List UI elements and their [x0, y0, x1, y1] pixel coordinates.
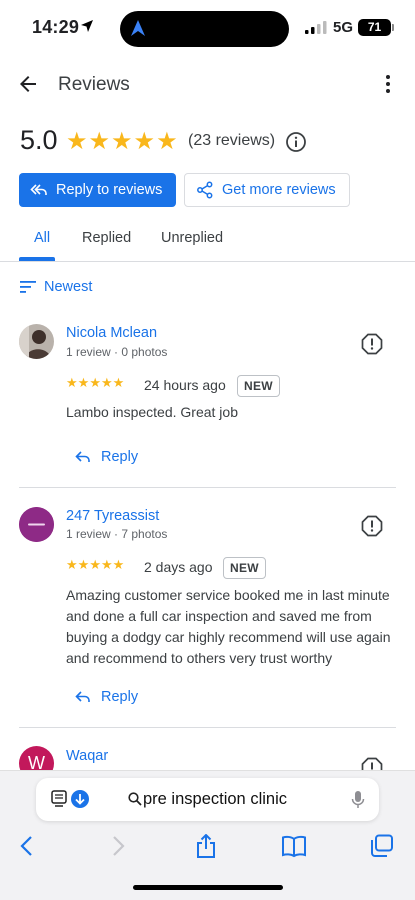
business-logo-icon	[19, 507, 54, 542]
reply-label: Reply	[101, 449, 139, 465]
reviewer-name[interactable]: Nicola Mclean	[66, 325, 157, 341]
new-badge: NEW	[223, 557, 266, 579]
average-rating-stars: ★ ★ ★ ★ ★	[66, 128, 178, 154]
tab-unreplied[interactable]: Unreplied	[161, 230, 223, 246]
average-rating: 5.0	[20, 125, 58, 155]
back-chevron-icon[interactable]	[14, 834, 40, 858]
review-time: 24 hours ago	[144, 377, 226, 393]
reply-all-icon	[30, 184, 47, 195]
battery-cap	[392, 24, 394, 31]
reply-icon	[75, 451, 90, 462]
review-divider	[19, 727, 396, 728]
microphone-icon[interactable]	[351, 790, 365, 810]
star-icon: ★	[66, 376, 78, 391]
star-icon: ★	[112, 376, 125, 391]
tab-all[interactable]: All	[34, 230, 50, 246]
review-count: (23 reviews)	[188, 132, 276, 149]
profile-photo-icon	[19, 324, 54, 359]
arrow-down-icon	[75, 794, 85, 805]
reviewer-name[interactable]: 247 Tyreassist	[66, 508, 159, 524]
review-divider	[19, 487, 396, 488]
dynamic-island	[120, 11, 289, 47]
address-text[interactable]: pre inspection clinic	[143, 790, 287, 809]
share-icon	[197, 181, 213, 199]
star-icon: ★	[77, 376, 90, 391]
download-icon[interactable]	[71, 790, 89, 808]
star-icon: ★	[77, 558, 90, 573]
sort-newest[interactable]: Newest	[44, 279, 92, 295]
review-text: Amazing customer service booked me in la…	[66, 587, 391, 666]
tabs-icon[interactable]	[369, 834, 395, 858]
reply-to-reviews-label: Reply to reviews	[56, 182, 163, 198]
bookmarks-icon[interactable]	[281, 834, 307, 858]
new-badge: NEW	[237, 375, 280, 397]
star-icon: ★	[100, 376, 113, 391]
reply-label: Reply	[101, 689, 139, 705]
search-icon	[128, 792, 142, 806]
report-review-icon[interactable]	[361, 515, 383, 537]
review-stars: ★ ★ ★ ★ ★	[66, 377, 124, 391]
reply-icon	[75, 691, 90, 702]
reply-button[interactable]: Reply	[75, 689, 138, 705]
tab-replied[interactable]: Replied	[82, 230, 131, 246]
star-icon: ★	[66, 558, 78, 573]
reviewer-avatar[interactable]	[19, 324, 54, 359]
reader-mode-icon[interactable]	[51, 790, 67, 808]
review-stars: ★ ★ ★ ★ ★	[66, 559, 124, 573]
back-arrow-icon[interactable]	[16, 72, 40, 96]
reply-to-reviews-button[interactable]: Reply to reviews	[19, 173, 176, 207]
star-icon: ★	[89, 376, 101, 391]
network-type: 5G	[333, 19, 354, 36]
reviewer-name[interactable]: Waqar	[66, 748, 108, 764]
star-icon: ★	[100, 558, 113, 573]
status-time: 14:29	[32, 17, 80, 37]
status-bar: 14:29 5G 71	[0, 0, 415, 56]
star-icon: ★	[111, 127, 133, 155]
reviewer-meta: 1 review · 0 photos	[66, 345, 168, 359]
tab-divider	[0, 261, 415, 262]
star-icon: ★	[133, 127, 156, 155]
location-arrow-icon	[81, 20, 93, 32]
sort-icon[interactable]	[20, 280, 36, 294]
battery-level: 71	[367, 20, 382, 34]
report-review-icon[interactable]	[361, 333, 383, 355]
get-more-reviews-button[interactable]: Get more reviews	[184, 173, 350, 207]
reply-button[interactable]: Reply	[75, 449, 138, 465]
review-text: Lambo inspected. Great job	[66, 404, 238, 420]
info-icon[interactable]	[285, 131, 307, 153]
star-icon: ★	[156, 127, 178, 155]
navigation-app-icon	[131, 20, 145, 36]
reviewer-meta: 1 review · 7 photos	[66, 527, 168, 541]
signal-bars-icon	[305, 21, 327, 34]
review-time: 2 days ago	[144, 559, 213, 575]
share-icon[interactable]	[193, 834, 219, 858]
star-icon: ★	[112, 558, 125, 573]
reviewer-avatar[interactable]	[19, 507, 54, 542]
battery-indicator: 71	[358, 19, 391, 36]
star-icon: ★	[88, 127, 111, 155]
more-options-icon[interactable]	[376, 72, 400, 96]
forward-chevron-icon[interactable]	[105, 834, 131, 858]
star-icon: ★	[66, 127, 88, 155]
home-indicator	[133, 885, 283, 890]
star-icon: ★	[89, 558, 101, 573]
page-title: Reviews	[58, 74, 130, 95]
get-more-reviews-label: Get more reviews	[222, 182, 336, 198]
